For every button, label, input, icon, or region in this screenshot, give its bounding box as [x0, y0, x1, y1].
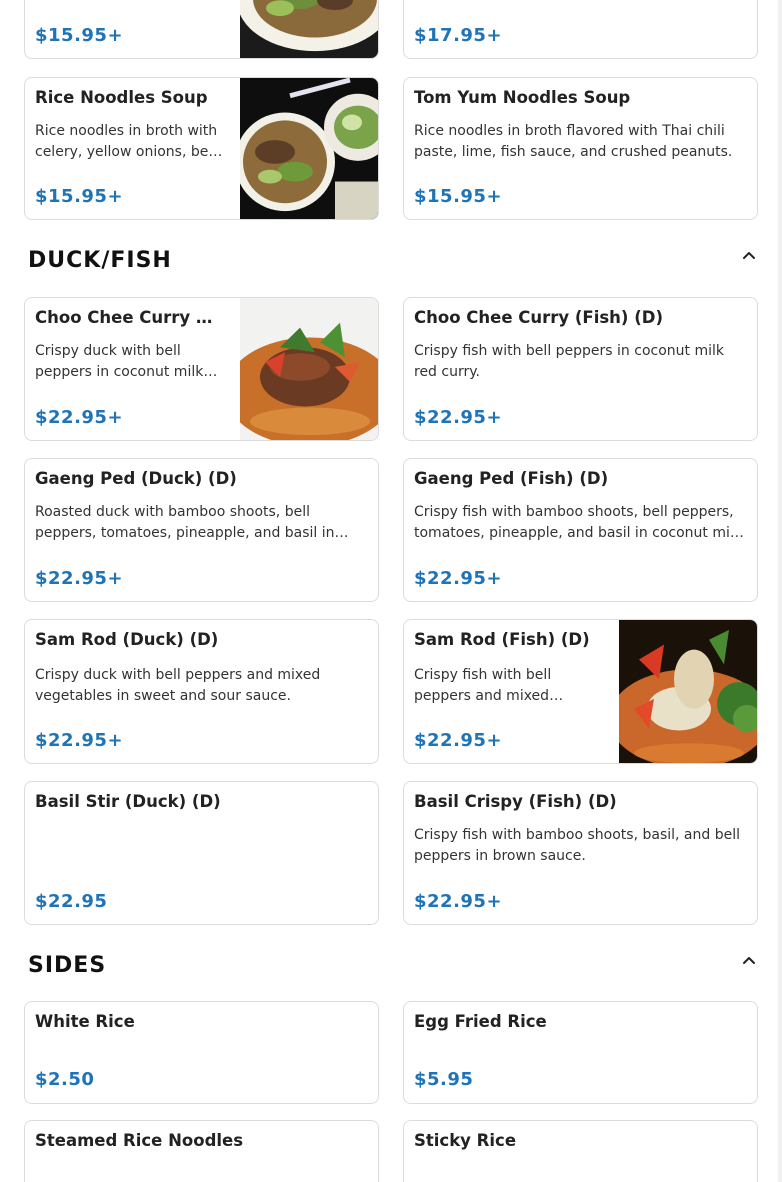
item-name: Rice Noodles Soup [35, 88, 208, 107]
menu-item-card[interactable]: Sam Rod (Duck) (D) Crispy duck with bell… [24, 619, 379, 764]
item-description: Roasted duck with bamboo shoots, bell pe… [35, 504, 335, 541]
item-price: $22.95+ [35, 568, 124, 589]
item-description: Rice noodles in broth flavored with Thai… [414, 123, 733, 160]
item-name: Sticky Rice [414, 1131, 517, 1150]
item-photo [240, 298, 378, 440]
item-description: Crispy fish with bell peppers in coconut… [414, 343, 724, 380]
scrollbar[interactable] [778, 0, 782, 1182]
item-price: $2.50 [35, 1069, 95, 1090]
item-name: White Rice [35, 1012, 135, 1031]
item-description: Rice noodles in broth with celery, yello… [35, 123, 226, 160]
menu-item-card[interactable]: Choo Chee Curry (Duck) (D) Crispy duck w… [24, 297, 379, 441]
menu-item-card[interactable]: Gaeng Ped (Fish) (D) Crispy fish with ba… [403, 458, 758, 602]
section-title-duck-fish: DUCK/FISH [28, 248, 172, 273]
item-description: Crispy duck with bell peppers in coconut… [35, 343, 204, 380]
item-name: Choo Chee Curry (Fish) (D) [414, 308, 663, 327]
item-name: Gaeng Ped (Fish) (D) [414, 469, 609, 488]
item-price: $17.95+ [414, 25, 503, 46]
section-title-sides: SIDES [28, 953, 107, 978]
menu-item-card[interactable]: $15.95+ [24, 0, 379, 59]
item-name: Steamed Rice Noodles [35, 1131, 244, 1150]
menu-item-card[interactable]: $17.95+ [403, 0, 758, 59]
menu-item-card[interactable]: Gaeng Ped (Duck) (D) Roasted duck with b… [24, 458, 379, 602]
item-photo [240, 0, 378, 58]
menu-item-card[interactable]: Basil Crispy (Fish) (D) Crispy fish with… [403, 781, 758, 925]
menu-item-card[interactable]: White Rice $2.50 [24, 1001, 379, 1104]
chevron-up-icon[interactable] [740, 246, 758, 264]
item-price: $22.95+ [414, 407, 503, 428]
item-name: Sam Rod (Duck) (D) [35, 630, 219, 649]
item-price: $15.95+ [414, 186, 503, 207]
item-price: $5.95 [414, 1069, 474, 1090]
menu-item-card[interactable]: Choo Chee Curry (Fish) (D) Crispy fish w… [403, 297, 758, 441]
menu-item-card[interactable]: Egg Fried Rice $5.95 [403, 1001, 758, 1104]
item-description: Crispy fish with bamboo shoots, bell pep… [414, 504, 742, 541]
item-description: Crispy fish with bamboo shoots, basil, a… [414, 827, 740, 864]
menu-item-card[interactable]: Tom Yum Noodles Soup Rice noodles in bro… [403, 77, 758, 220]
item-price: $22.95+ [414, 891, 503, 912]
menu-item-card[interactable]: Basil Stir (Duck) (D) $22.95 [24, 781, 379, 925]
chevron-up-icon[interactable] [740, 951, 758, 969]
item-price: $22.95+ [414, 568, 503, 589]
item-price: $22.95+ [35, 407, 124, 428]
item-name: Egg Fried Rice [414, 1012, 547, 1031]
item-name: Tom Yum Noodles Soup [414, 88, 631, 107]
menu-item-card[interactable]: Rice Noodles Soup Rice noodles in broth … [24, 77, 379, 220]
menu-item-card[interactable]: Sam Rod (Fish) (D) Crispy fish with bell… [403, 619, 758, 764]
item-name: Choo Chee Curry (Duck) (D) [35, 308, 215, 327]
item-photo [619, 620, 757, 763]
item-name: Sam Rod (Fish) (D) [414, 630, 590, 649]
item-name: Basil Stir (Duck) (D) [35, 792, 221, 811]
item-price: $15.95+ [35, 25, 124, 46]
item-price: $22.95+ [35, 730, 124, 751]
menu-item-card[interactable]: Steamed Rice Noodles [24, 1120, 379, 1182]
item-photo [240, 78, 378, 219]
item-price: $22.95 [35, 891, 108, 912]
item-name: Gaeng Ped (Duck) (D) [35, 469, 237, 488]
item-description: Crispy fish with bell peppers and mixed … [414, 667, 552, 704]
item-price: $15.95+ [35, 186, 124, 207]
item-name: Basil Crispy (Fish) (D) [414, 792, 617, 811]
item-description: Crispy duck with bell peppers and mixed … [35, 667, 321, 704]
item-price: $22.95+ [414, 730, 503, 751]
menu-item-card[interactable]: Sticky Rice [403, 1120, 758, 1182]
